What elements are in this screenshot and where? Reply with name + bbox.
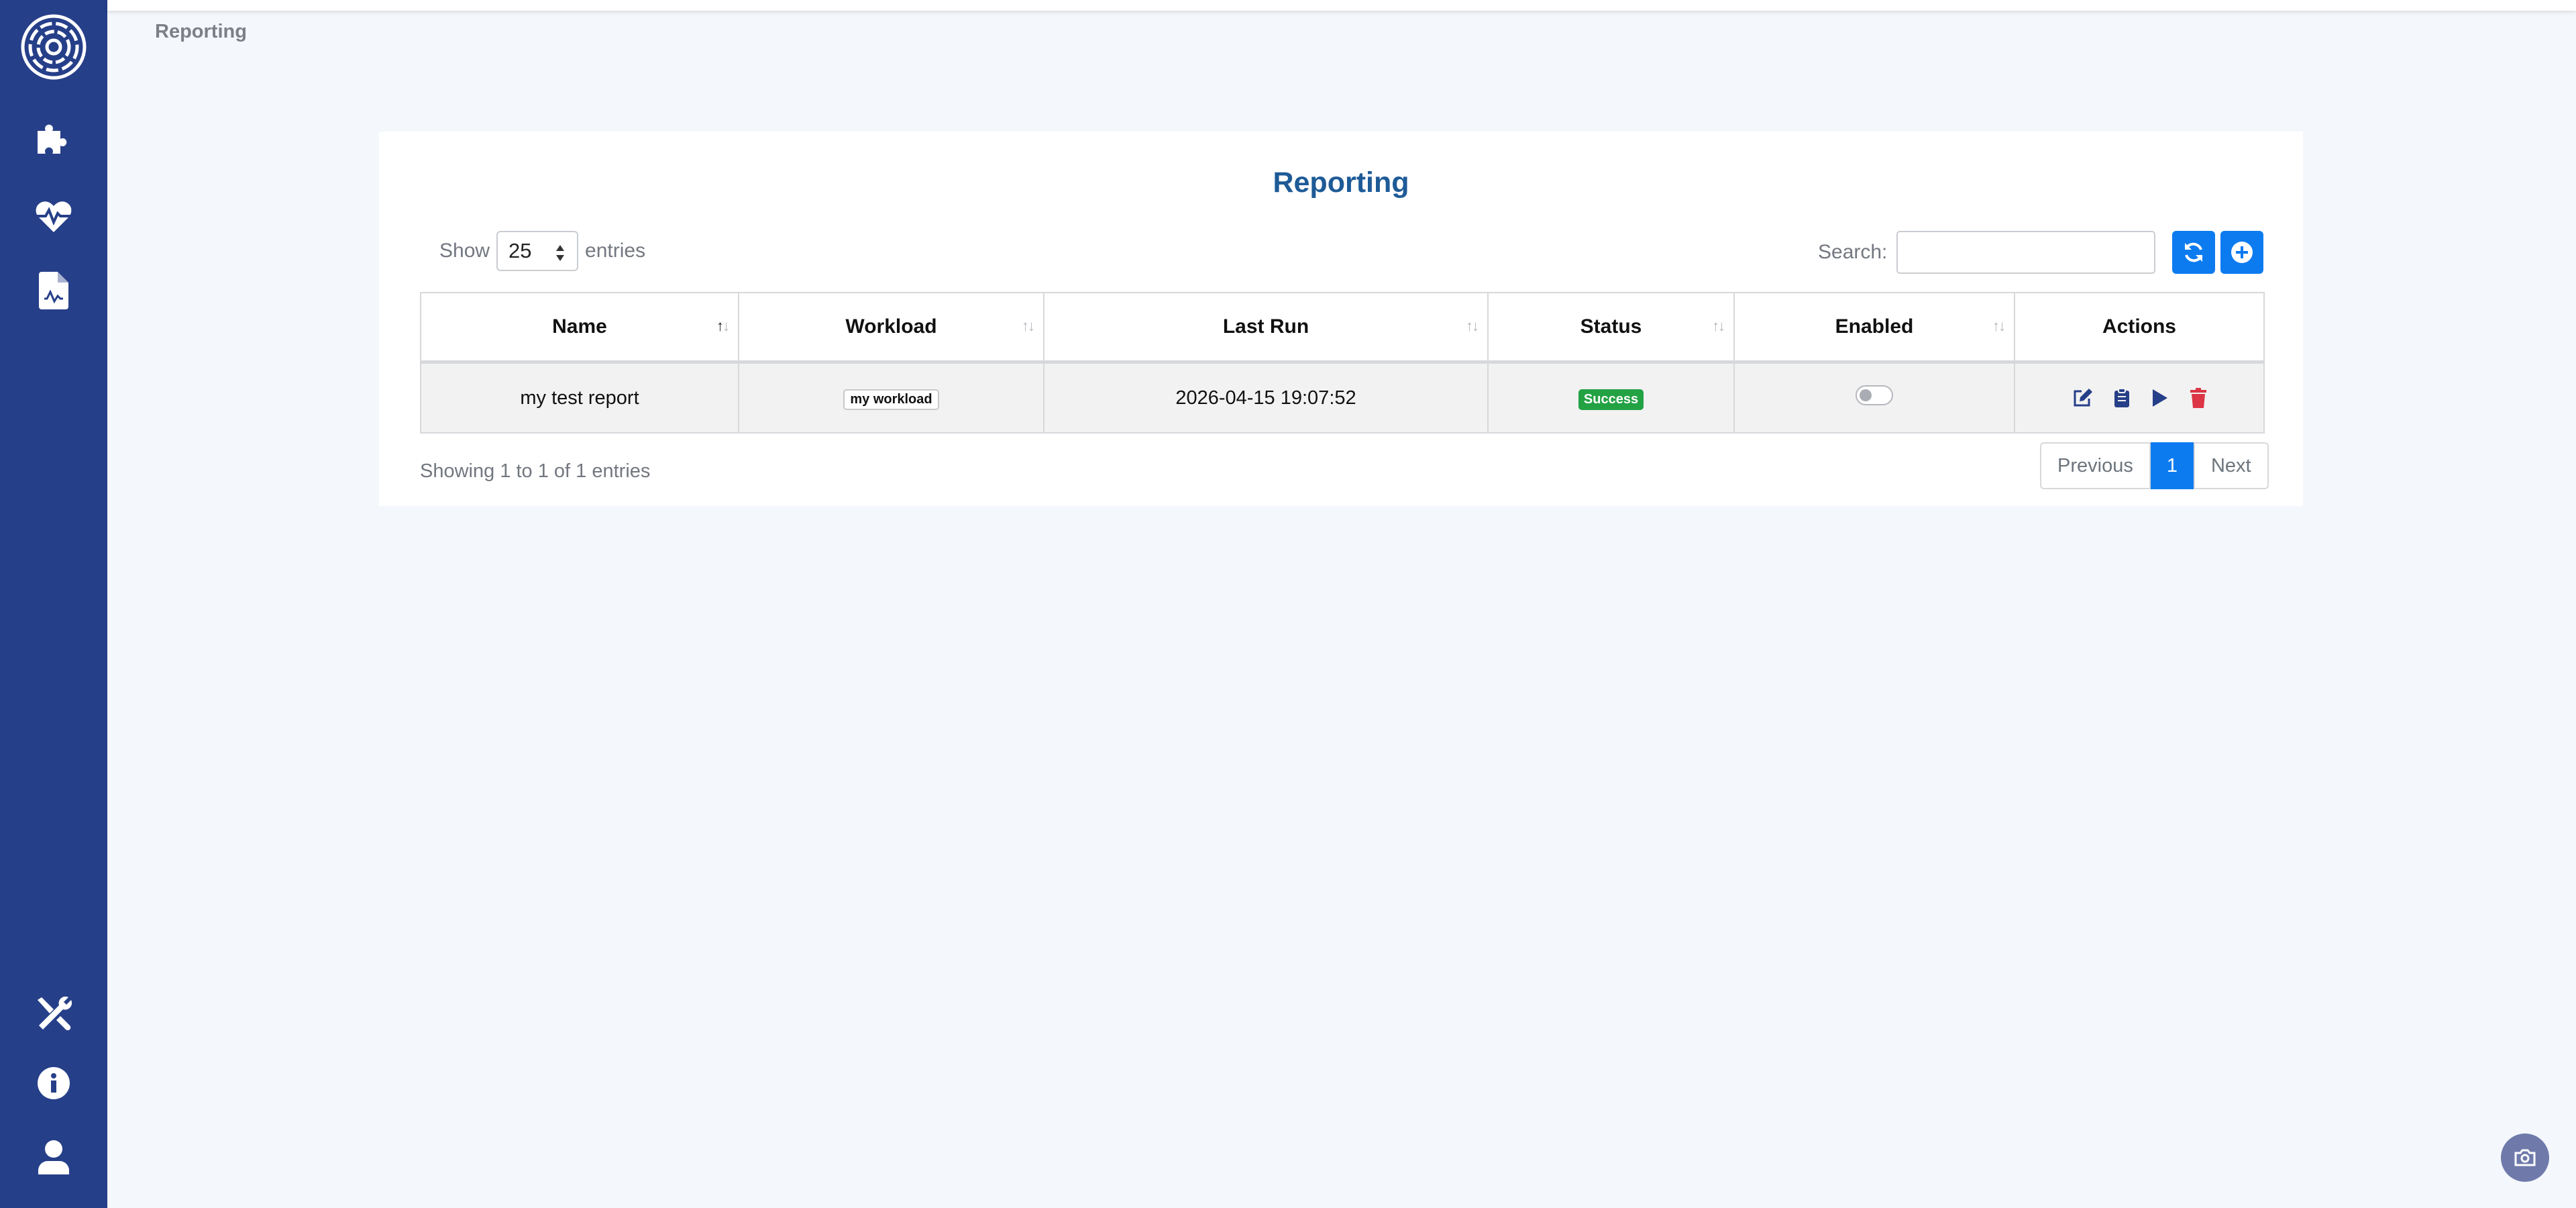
add-report-button[interactable]	[2220, 231, 2263, 274]
edit-button[interactable]	[2072, 388, 2092, 408]
toggle-knob	[1860, 389, 1872, 401]
entries-label: entries	[585, 240, 646, 262]
screenshot-button[interactable]	[2501, 1134, 2549, 1182]
delete-button[interactable]	[2190, 388, 2206, 408]
cell-actions	[2014, 361, 2265, 434]
column-header-status[interactable]: Status ↑↓	[1487, 292, 1735, 364]
sidebar	[0, 0, 107, 1208]
column-header-actions: Actions	[2014, 292, 2265, 364]
page-title: Reporting	[1273, 166, 1409, 199]
sort-icon: ↑↓	[1466, 317, 1479, 334]
entries-select[interactable]: 25	[496, 231, 579, 271]
table-row: my test report my workload 2026-04-15 19…	[420, 361, 2265, 434]
column-header-last-run[interactable]: Last Run ↑↓	[1043, 292, 1489, 364]
user-icon[interactable]	[0, 1137, 107, 1177]
copy-button[interactable]	[2114, 388, 2130, 408]
cell-enabled	[1733, 361, 2015, 434]
info-icon[interactable]	[0, 1063, 107, 1103]
sort-icon: ↑↓	[1992, 317, 2006, 334]
play-icon	[2153, 389, 2167, 407]
table-info: Showing 1 to 1 of 1 entries	[420, 460, 651, 482]
select-arrows-icon	[556, 245, 565, 261]
tools-icon[interactable]	[0, 995, 107, 1035]
puzzle-icon[interactable]	[0, 117, 107, 158]
cell-name: my test report	[420, 361, 739, 434]
next-page-button[interactable]: Next	[2193, 442, 2269, 489]
refresh-button[interactable]	[2172, 231, 2215, 274]
trash-icon	[2190, 388, 2206, 408]
logo-icon[interactable]	[0, 13, 107, 81]
pagination: Previous 1 Next	[2040, 442, 2269, 489]
sort-icon: ↑↓	[1712, 317, 1725, 334]
camera-icon	[2514, 1149, 2536, 1166]
cell-last-run: 2026-04-15 19:07:52	[1043, 361, 1489, 434]
previous-page-button[interactable]: Previous	[2040, 442, 2151, 489]
heartbeat-icon[interactable]	[0, 197, 107, 237]
run-button[interactable]	[2151, 388, 2169, 408]
refresh-icon	[2185, 242, 2202, 262]
search-control: Search:	[1818, 231, 2156, 274]
column-header-name[interactable]: Name ↑↓	[420, 292, 739, 364]
show-label: Show	[439, 240, 490, 262]
workload-badge[interactable]: my workload	[843, 389, 939, 410]
search-input[interactable]	[1896, 231, 2156, 274]
search-label: Search:	[1818, 241, 1888, 263]
sort-asc-icon: ↑↓	[716, 317, 730, 334]
edit-icon	[2074, 389, 2092, 407]
entries-select-value: 25	[508, 239, 532, 262]
cell-workload: my workload	[738, 361, 1044, 434]
reports-table: Name ↑↓ Workload ↑↓ Last Run ↑↓ Status ↑↓ En…	[420, 292, 2265, 434]
table-header-row: Name ↑↓ Workload ↑↓ Last Run ↑↓ Status ↑↓ En…	[420, 292, 2265, 364]
report-file-icon[interactable]	[0, 270, 107, 311]
breadcrumb: Reporting	[155, 21, 247, 42]
cell-status: Success	[1487, 361, 1735, 434]
sort-icon: ↑↓	[1022, 317, 1035, 334]
reporting-card: Reporting Show 25 entries Search: Name ↑…	[379, 132, 2303, 506]
entries-length-control: Show 25 entries	[439, 231, 645, 271]
top-bar	[107, 0, 2576, 11]
add-icon	[2231, 242, 2253, 263]
column-header-enabled[interactable]: Enabled ↑↓	[1733, 292, 2015, 364]
column-header-workload[interactable]: Workload ↑↓	[738, 292, 1044, 364]
page-1-button[interactable]: 1	[2150, 442, 2194, 489]
enabled-toggle[interactable]	[1856, 385, 1893, 405]
status-badge: Success	[1578, 389, 1644, 410]
clipboard-icon	[2114, 388, 2129, 407]
